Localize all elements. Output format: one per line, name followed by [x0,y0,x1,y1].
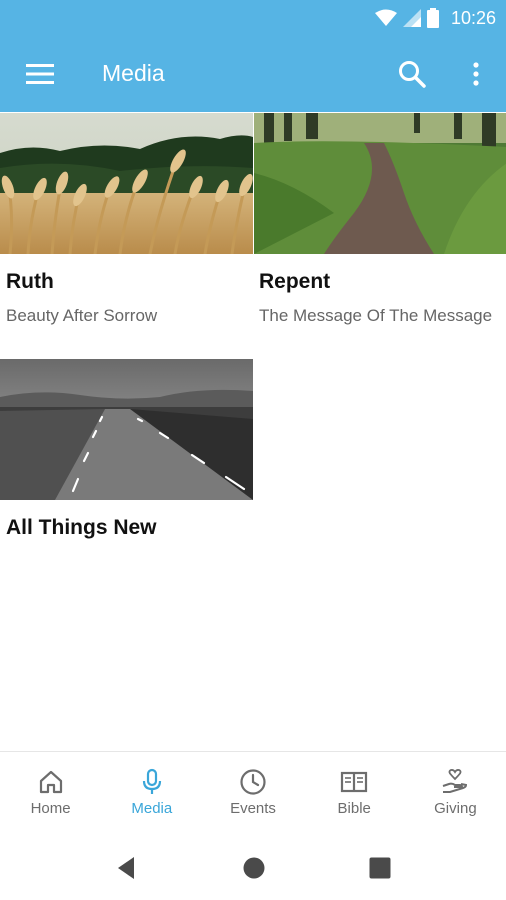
page-title: Media [102,60,165,86]
giving-hand-icon [443,769,468,793]
media-subtitle: The Message Of The Message [259,306,493,325]
more-options-button[interactable] [458,54,494,94]
clock-icon [240,769,266,795]
home-icon [39,770,62,794]
wifi-icon [374,9,397,26]
media-card-ruth[interactable]: Ruth Beauty After Sorrow [0,113,253,343]
book-icon [341,771,368,793]
nav-item-giving[interactable]: Giving [405,752,506,836]
recents-icon[interactable] [367,855,393,881]
nav-label: Media [131,800,173,817]
signal-icon [402,9,421,27]
nav-item-events[interactable]: Events [202,752,303,836]
nav-item-home[interactable]: Home [0,752,101,836]
battery-icon [426,8,439,28]
media-title: Ruth [6,270,54,293]
status-time: 10:26 [450,7,496,28]
media-card-all-things-new[interactable]: All Things New [0,359,253,559]
nav-label: Giving [434,800,477,817]
media-card-repent[interactable]: Repent The Message Of The Message [254,113,506,343]
menu-button[interactable] [20,56,60,92]
nav-label: Home [30,800,71,817]
status-bar: 10:26 [0,0,506,36]
app-bar: Media [0,36,506,112]
media-thumbnail-wheat-field [0,113,253,254]
nav-label: Bible [337,800,371,817]
system-navigation-bar [0,835,506,900]
nav-item-bible[interactable]: Bible [304,752,405,836]
media-thumbnail-forest-path [254,113,506,254]
microphone-icon [142,768,161,794]
back-icon[interactable] [114,855,140,881]
more-vert-icon [473,62,479,86]
status-icons: 10:26 [374,6,496,30]
hamburger-icon [26,64,54,84]
media-title: Repent [259,270,331,293]
media-thumbnail-road [0,359,253,500]
search-icon [399,61,426,88]
nav-label: Events [230,800,276,817]
media-subtitle: Beauty After Sorrow [6,306,158,325]
media-title: All Things New [6,516,157,539]
bottom-navigation: Home Media Events Bible Giving [0,751,506,836]
home-circle-icon[interactable] [241,855,267,881]
search-button[interactable] [392,54,432,94]
nav-item-media[interactable]: Media [101,752,202,836]
